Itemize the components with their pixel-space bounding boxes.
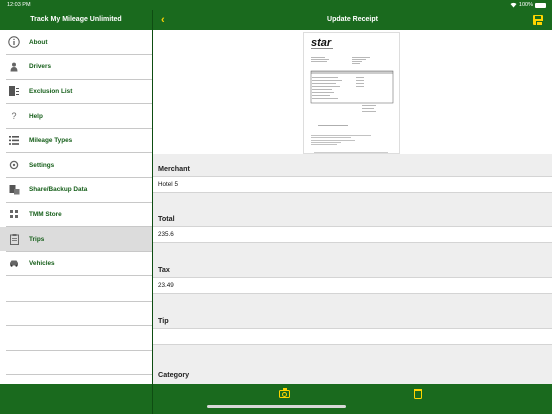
- status-time: 12:03 PM: [7, 2, 31, 8]
- sidebar-item-label: Trips: [29, 235, 45, 243]
- list-icon: [8, 135, 20, 147]
- category-section-header: Category: [153, 345, 552, 384]
- tax-field[interactable]: 23.49: [153, 277, 552, 294]
- main-toolbar: [153, 384, 552, 414]
- tip-section-header: Tip: [153, 294, 552, 328]
- sidebar-item-label: About: [29, 38, 48, 46]
- status-bar: 12:03 PM 100%: [0, 0, 552, 10]
- sidebar-item-drivers[interactable]: Drivers: [0, 55, 152, 80]
- exclusion-list-icon: [8, 85, 20, 97]
- info-icon: [8, 36, 20, 48]
- battery-icon: [535, 2, 546, 8]
- tip-field[interactable]: [153, 328, 552, 345]
- camera-icon[interactable]: [279, 388, 290, 398]
- sidebar-item-label: TMM Store: [29, 210, 62, 218]
- sidebar-item-settings[interactable]: Settings: [0, 153, 152, 178]
- sidebar-item-about[interactable]: About: [0, 30, 152, 55]
- sidebar-item-label: Help: [29, 112, 43, 120]
- sidebar-item-label: Share/Backup Data: [29, 186, 88, 194]
- gear-icon: [8, 159, 20, 171]
- receipt-image[interactable]: star: [303, 32, 400, 154]
- divider: [6, 275, 152, 276]
- total-value: 235.6: [158, 231, 174, 238]
- sidebar-item-trips[interactable]: Trips: [0, 226, 152, 252]
- sidebar: About Drivers Exclusion List ? Help Mile…: [0, 30, 152, 384]
- question-icon: ?: [11, 111, 17, 122]
- sidebar-item-vehicles[interactable]: Vehicles: [0, 251, 152, 276]
- home-indicator[interactable]: [207, 405, 346, 408]
- main-header: ‹ Update Receipt: [153, 10, 552, 30]
- tax-value: 23.49: [158, 282, 174, 289]
- sidebar-item-label: Drivers: [29, 63, 52, 71]
- receipt-logo: star: [311, 37, 332, 49]
- car-icon: [8, 258, 20, 270]
- store-icon: [8, 208, 20, 220]
- tax-label: Tax: [158, 265, 170, 274]
- total-field[interactable]: 235.6: [153, 226, 552, 243]
- sidebar-item-label: Mileage Types: [29, 137, 73, 145]
- battery-percent: 100%: [518, 2, 533, 8]
- receipt-image-area[interactable]: star: [153, 30, 552, 154]
- clipboard-icon: [8, 233, 20, 245]
- sidebar-item-mileage-types[interactable]: Mileage Types: [0, 128, 152, 153]
- save-icon[interactable]: [533, 15, 543, 26]
- sidebar-item-label: Exclusion List: [29, 87, 73, 95]
- sidebar-item-help[interactable]: ? Help: [0, 104, 152, 129]
- status-icons: 100%: [510, 0, 546, 10]
- sidebar-item-share-backup[interactable]: Share/Backup Data: [0, 178, 152, 203]
- tax-section-header: Tax: [153, 243, 552, 277]
- divider: [6, 300, 152, 302]
- receipt-detail: star Merchant Hotel 5 Total 235.6 Tax 23…: [153, 30, 552, 384]
- tip-label: Tip: [158, 316, 169, 325]
- trash-icon[interactable]: [414, 389, 422, 399]
- wifi-icon: [510, 2, 517, 8]
- total-label: Total: [158, 214, 175, 223]
- divider: [6, 374, 152, 375]
- divider: [6, 349, 152, 351]
- sidebar-item-exclusion-list[interactable]: Exclusion List: [0, 79, 152, 104]
- merchant-field[interactable]: Hotel 5: [153, 176, 552, 193]
- sidebar-title: Track My Mileage Unlimited: [0, 10, 152, 30]
- sidebar-item-label: Settings: [29, 161, 55, 169]
- merchant-value: Hotel 5: [158, 181, 178, 188]
- sidebar-item-tmm-store[interactable]: TMM Store: [0, 202, 152, 227]
- sidebar-item-label: Vehicles: [29, 260, 55, 268]
- person-icon: [8, 61, 20, 73]
- category-label: Category: [158, 370, 190, 379]
- merchant-label: Merchant: [158, 164, 190, 173]
- total-section-header: Total: [153, 193, 552, 226]
- merchant-section-header: Merchant: [153, 154, 552, 176]
- sidebar-toolbar: [0, 384, 152, 414]
- page-title: Update Receipt: [327, 16, 378, 23]
- divider: [6, 325, 152, 326]
- share-backup-icon: [8, 184, 20, 196]
